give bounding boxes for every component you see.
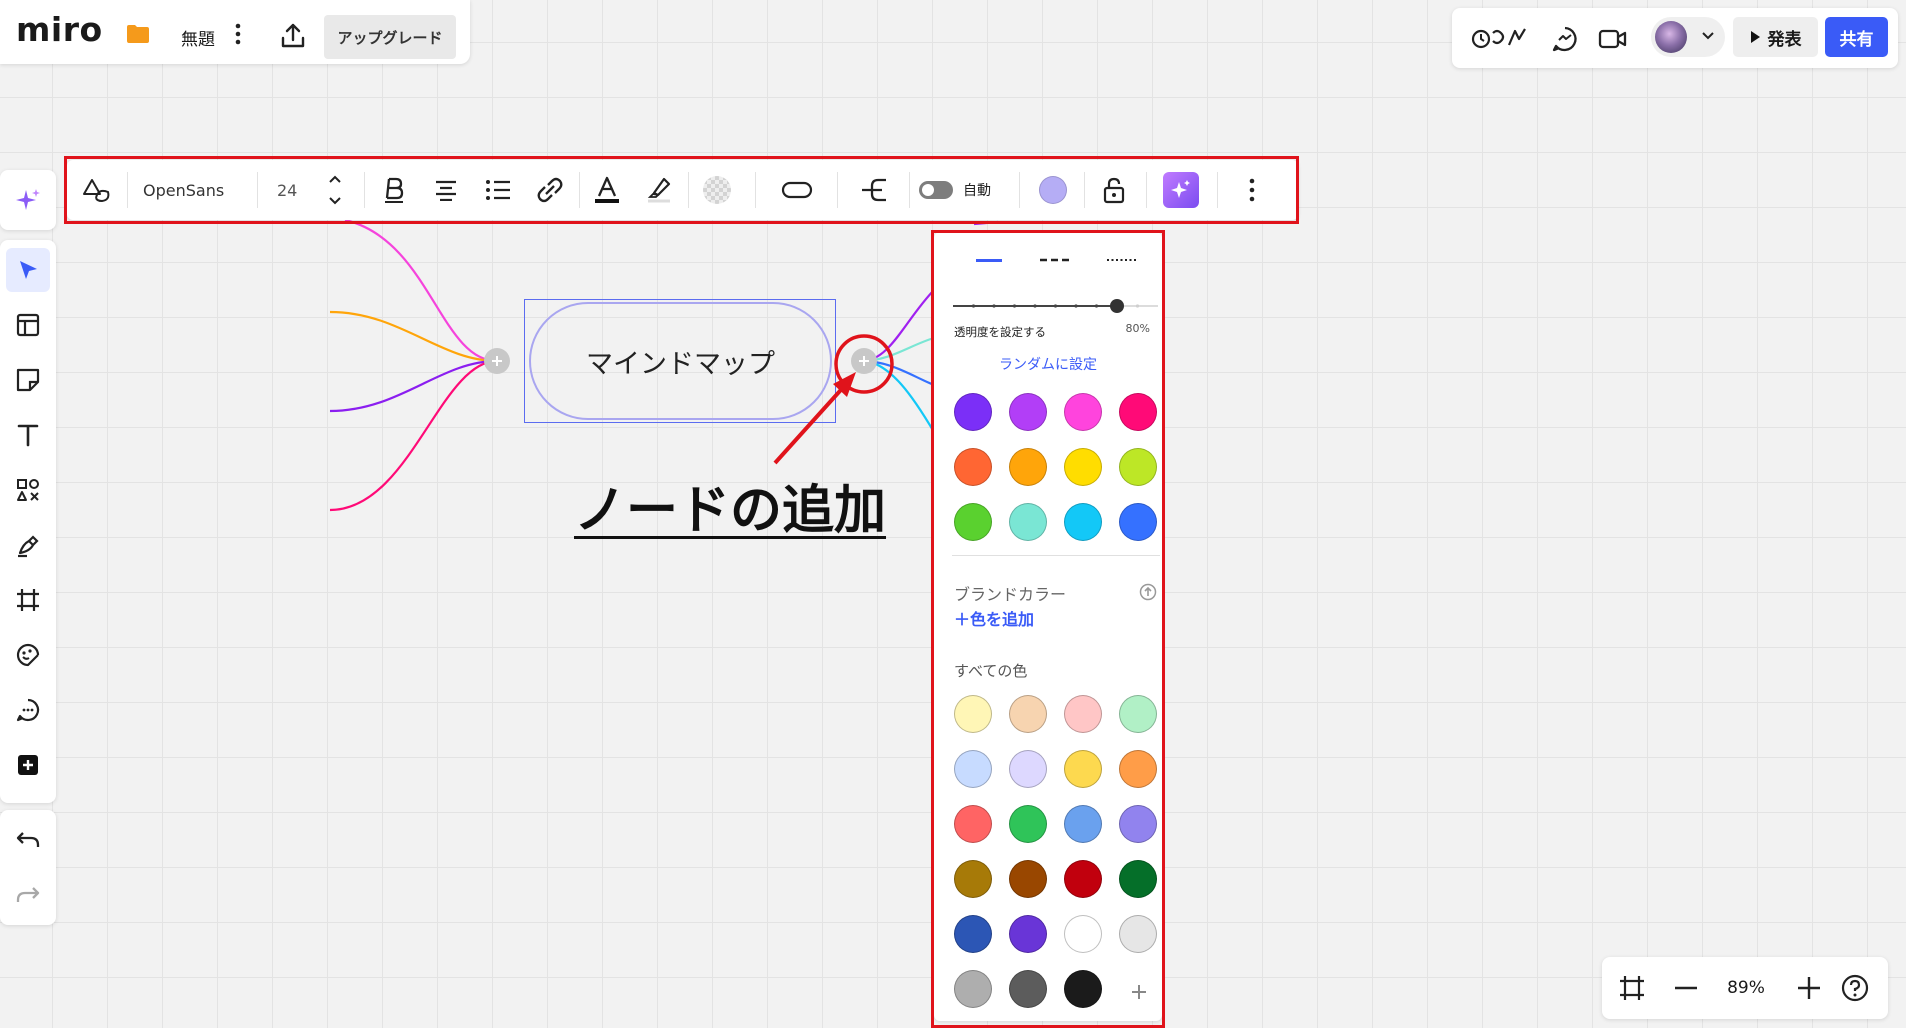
branch-right-purple [861, 289, 935, 363]
mindmap-root-node[interactable]: マインドマップ [529, 302, 832, 420]
tools-rail [0, 240, 56, 803]
shapes-icon[interactable] [6, 468, 50, 512]
select-tool-icon[interactable] [6, 248, 50, 292]
share-button[interactable]: 共有 [1825, 17, 1888, 57]
ai-panel [0, 170, 56, 230]
sticker-icon[interactable] [6, 633, 50, 677]
play-icon [1750, 31, 1760, 43]
sticky-note-icon[interactable] [6, 358, 50, 402]
miro-logo[interactable]: miro [16, 10, 103, 49]
branch-pink [329, 359, 498, 512]
zoom-in-icon[interactable] [1798, 977, 1820, 999]
present-label: 発表 [1767, 29, 1802, 50]
collaboration-bar: 発表 共有 [1452, 8, 1898, 68]
user-menu[interactable] [1651, 17, 1725, 57]
annotation-label: ノードの追加 [574, 481, 887, 541]
folder-icon[interactable] [126, 24, 150, 44]
add-node-handle-right[interactable] [851, 348, 877, 374]
branch-orange [329, 310, 498, 363]
zoom-out-icon[interactable] [1675, 986, 1697, 990]
ai-sparkle-icon[interactable] [6, 178, 50, 222]
avatar [1655, 21, 1687, 53]
board-title[interactable]: 無題 [181, 25, 215, 50]
node-text: マインドマップ [586, 348, 775, 380]
export-icon[interactable] [279, 22, 307, 50]
board-header: miro 無題 アップグレード [0, 0, 470, 64]
highlight-frame-panel [931, 230, 1165, 1028]
present-button[interactable]: 発表 [1733, 17, 1818, 57]
templates-icon[interactable] [6, 303, 50, 347]
chevron-down-icon [1701, 31, 1715, 41]
pen-icon[interactable] [6, 523, 50, 567]
fit-to-screen-icon[interactable] [1618, 974, 1646, 1002]
frame-icon[interactable] [6, 578, 50, 622]
comment-icon[interactable] [6, 688, 50, 732]
upgrade-button[interactable]: アップグレード [324, 15, 456, 59]
history-rail [0, 810, 56, 925]
help-icon[interactable] [1841, 974, 1869, 1002]
video-call-icon[interactable] [1598, 27, 1628, 51]
branch-purple [329, 359, 498, 413]
more-apps-icon[interactable] [6, 743, 50, 787]
zoom-level[interactable]: 89% [1716, 978, 1776, 998]
chat-icon[interactable] [1551, 25, 1579, 53]
highlight-frame-toolbar [64, 156, 1299, 224]
undo-icon[interactable] [6, 818, 50, 862]
branch-right-cyan [861, 359, 935, 433]
add-node-handle-left[interactable] [484, 348, 510, 374]
branch-magenta [344, 218, 498, 363]
redo-icon[interactable] [6, 873, 50, 917]
more-vertical-icon[interactable] [228, 22, 248, 46]
zoom-controls: 89% [1602, 957, 1888, 1019]
reactions-icon[interactable] [1471, 25, 1527, 51]
text-tool-icon[interactable] [6, 413, 50, 457]
